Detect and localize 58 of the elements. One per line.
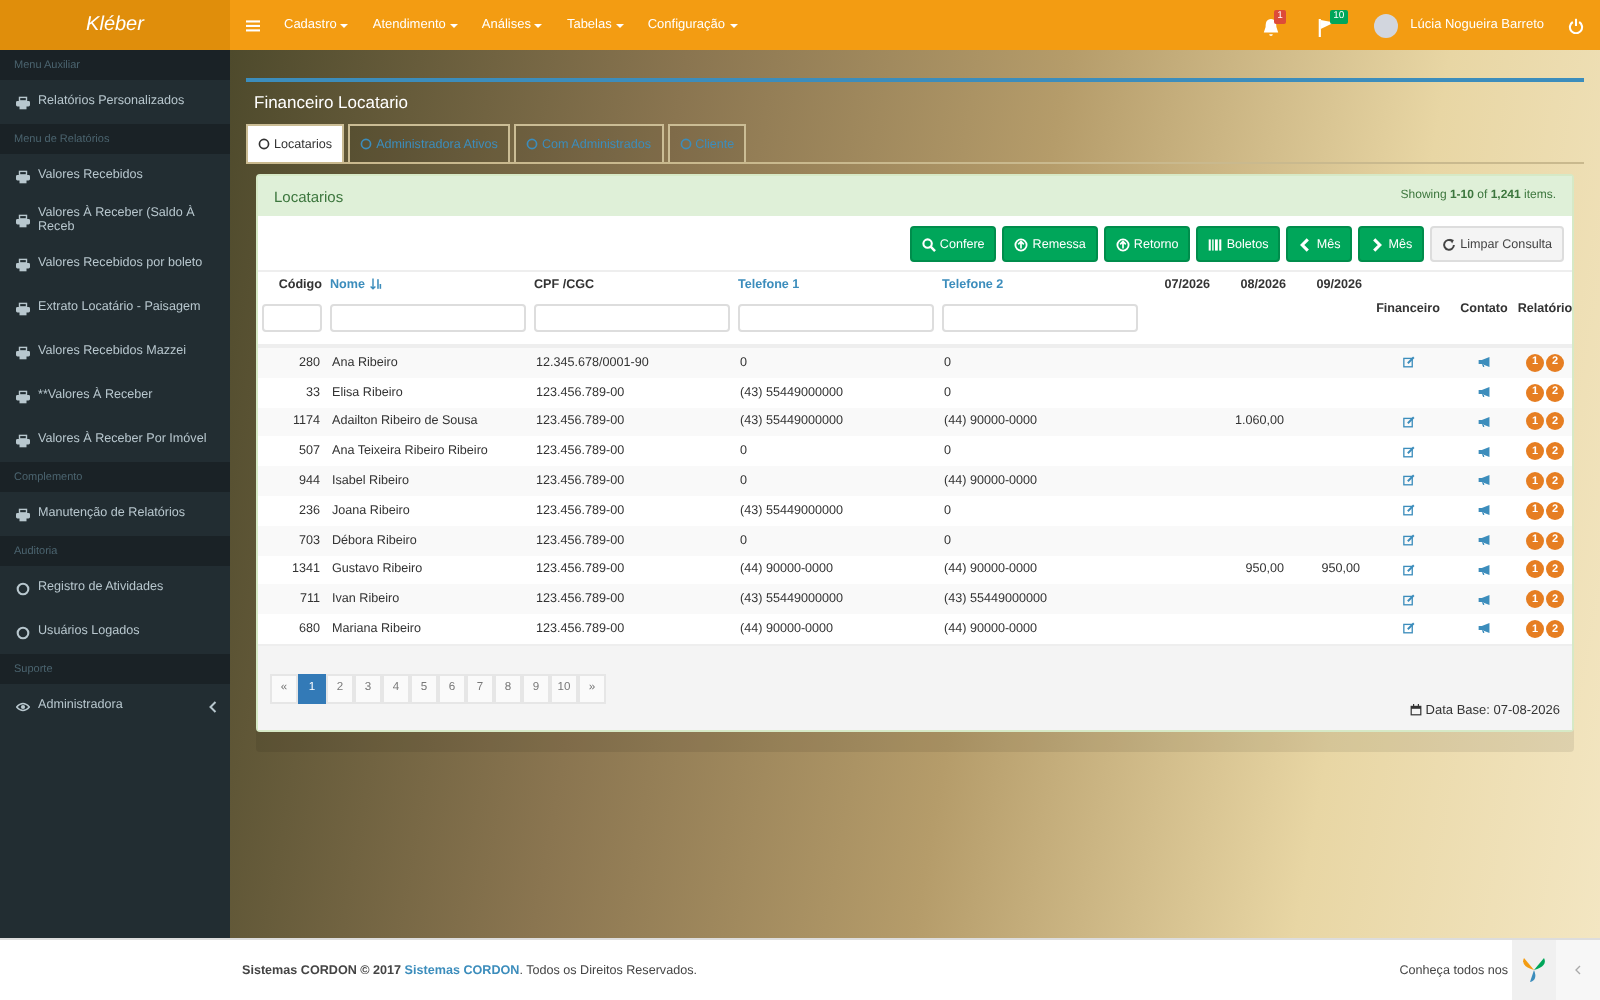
chevron-left-icon	[1298, 237, 1313, 251]
printer-icon	[16, 345, 30, 359]
calendar-icon	[1409, 704, 1422, 717]
megaphone-icon[interactable]	[1477, 415, 1491, 428]
megaphone-icon[interactable]	[1477, 474, 1491, 487]
edit-icon[interactable]	[1401, 534, 1415, 546]
chevron-left-icon	[208, 699, 218, 713]
arrow-circle-icon	[1014, 237, 1029, 251]
edit-icon[interactable]	[1401, 474, 1415, 487]
barcode-icon	[1208, 237, 1223, 251]
printer-icon	[16, 433, 30, 447]
circle-icon	[360, 138, 373, 150]
megaphone-icon[interactable]	[1477, 622, 1491, 635]
edit-icon[interactable]	[1401, 563, 1415, 576]
megaphone-icon[interactable]	[1477, 563, 1491, 576]
edit-icon[interactable]	[1401, 593, 1415, 606]
search-icon	[921, 237, 936, 251]
printer-icon	[16, 213, 30, 227]
power-icon[interactable]	[1568, 17, 1584, 33]
chevron-left-icon	[1574, 964, 1582, 976]
printer-icon	[16, 301, 30, 315]
bell-icon[interactable]	[1262, 17, 1281, 37]
column-filter-field[interactable]	[534, 304, 730, 332]
printer-icon	[16, 507, 30, 521]
refresh-icon	[1442, 237, 1457, 251]
circle-icon	[258, 138, 270, 150]
arrow-circle-icon	[1115, 237, 1130, 251]
circle-icon	[16, 581, 30, 595]
column-filter-field[interactable]	[738, 304, 934, 332]
edit-icon[interactable]	[1401, 622, 1415, 635]
printer-icon	[16, 169, 30, 183]
printer-icon	[16, 95, 30, 109]
printer-icon	[16, 389, 30, 403]
edit-icon[interactable]	[1401, 445, 1415, 458]
sort-icon[interactable]	[369, 278, 381, 290]
edit-icon[interactable]	[1401, 504, 1415, 517]
eye-icon	[16, 699, 30, 713]
megaphone-icon[interactable]	[1477, 504, 1491, 517]
brand-logo[interactable]: Kléber	[0, 0, 230, 50]
leaf-logo-icon	[1520, 956, 1548, 984]
megaphone-icon[interactable]	[1477, 445, 1491, 458]
megaphone-icon[interactable]	[1477, 534, 1491, 546]
logo-tile[interactable]	[1512, 940, 1556, 1000]
megaphone-icon[interactable]	[1477, 356, 1491, 369]
circle-icon	[525, 138, 538, 150]
column-filter-field[interactable]	[942, 304, 1138, 332]
circle-icon	[679, 138, 692, 150]
edit-icon[interactable]	[1401, 356, 1415, 369]
megaphone-icon[interactable]	[1477, 386, 1491, 399]
column-filter-field[interactable]	[330, 304, 526, 332]
printer-icon	[16, 257, 30, 271]
column-filter-field[interactable]	[262, 304, 322, 332]
menu-icon[interactable]	[246, 19, 260, 31]
edit-icon[interactable]	[1401, 415, 1415, 428]
page-title: Financeiro Locatario	[252, 90, 411, 116]
megaphone-icon[interactable]	[1477, 593, 1491, 606]
circle-icon	[16, 625, 30, 639]
chevron-right-icon	[1370, 237, 1385, 251]
